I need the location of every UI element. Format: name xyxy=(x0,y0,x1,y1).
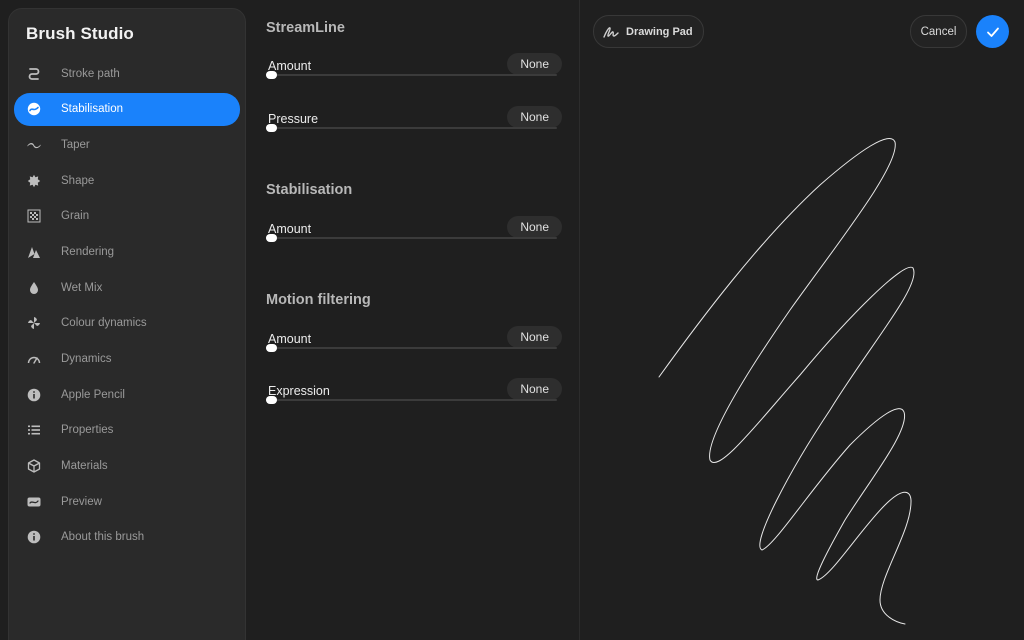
streamline-pressure-setting: Pressure None xyxy=(266,106,562,152)
value-badge[interactable]: None xyxy=(507,53,562,75)
stabilisation-icon xyxy=(26,101,42,117)
sidebar-item-stroke-path[interactable]: Stroke path xyxy=(14,57,240,90)
sidebar-item-label: Grain xyxy=(61,210,90,223)
sidebar-item-preview[interactable]: Preview xyxy=(14,485,240,518)
sidebar-item-label: Properties xyxy=(61,424,114,437)
cancel-button[interactable]: Cancel xyxy=(910,15,967,48)
slider-thumb[interactable] xyxy=(266,344,277,352)
rendering-icon xyxy=(26,244,42,260)
sidebar-item-label: Taper xyxy=(61,138,90,151)
about-icon xyxy=(26,529,42,545)
section-title-stabilisation: Stabilisation xyxy=(266,182,353,198)
properties-icon xyxy=(26,422,42,438)
sidebar-item-rendering[interactable]: Rendering xyxy=(14,235,240,268)
slider-thumb[interactable] xyxy=(266,234,277,242)
preview-icon xyxy=(26,494,42,510)
drawing-canvas[interactable] xyxy=(580,60,1024,640)
wet-mix-icon xyxy=(26,280,42,296)
stabilisation-amount-setting: Amount None xyxy=(266,216,562,262)
motion-filtering-amount-setting: Amount None xyxy=(266,326,562,372)
apple-pencil-icon xyxy=(26,387,42,403)
done-button[interactable] xyxy=(976,15,1009,48)
slider-thumb[interactable] xyxy=(266,124,277,132)
sidebar-item-label: Apple Pencil xyxy=(61,388,125,401)
section-title-motion-filtering: Motion filtering xyxy=(266,292,371,308)
sidebar-item-label: Materials xyxy=(61,460,108,473)
value-badge[interactable]: None xyxy=(507,378,562,400)
streamline-amount-setting: Amount None xyxy=(266,53,562,99)
sidebar-item-label: Shape xyxy=(61,174,95,187)
drawing-pad-icon xyxy=(603,26,619,38)
sidebar-item-properties[interactable]: Properties xyxy=(14,414,240,447)
slider-thumb[interactable] xyxy=(266,396,277,404)
streamline-amount-slider[interactable] xyxy=(266,71,557,79)
sidebar-item-label: Dynamics xyxy=(61,353,112,365)
sidebar-item-label: Wet Mix xyxy=(61,281,103,294)
motion-filtering-expression-setting: Expression None xyxy=(266,378,562,424)
sidebar-title: Brush Studio xyxy=(26,24,134,43)
drawing-pad-label: Drawing Pad xyxy=(626,25,693,38)
sidebar-item-about[interactable]: About this brush xyxy=(14,521,240,554)
sidebar-item-label: Stabilisation xyxy=(61,103,124,116)
shape-icon xyxy=(26,173,42,189)
value-badge[interactable]: None xyxy=(507,216,562,238)
sidebar-item-label: Colour dynamics xyxy=(61,317,147,330)
value-badge[interactable]: None xyxy=(507,106,562,128)
stabilisation-amount-slider[interactable] xyxy=(266,234,557,242)
drawing-pad-button[interactable]: Drawing Pad xyxy=(593,15,704,48)
taper-icon xyxy=(26,137,42,153)
sidebar-item-label: Stroke path xyxy=(61,67,120,80)
sidebar-item-label: Preview xyxy=(61,495,102,508)
stroke-path-icon xyxy=(26,66,42,82)
sidebar-item-stabilisation[interactable]: Stabilisation xyxy=(14,92,240,126)
colour-dynamics-icon xyxy=(26,315,42,331)
dynamics-icon xyxy=(26,351,42,367)
slider-thumb[interactable] xyxy=(266,71,277,79)
sample-brush-stroke xyxy=(658,138,915,625)
sidebar-item-wet-mix[interactable]: Wet Mix xyxy=(14,271,240,304)
materials-icon xyxy=(26,458,42,474)
sidebar-item-label: About this brush xyxy=(61,531,145,544)
sidebar-item-shape[interactable]: Shape xyxy=(14,164,240,197)
grain-icon xyxy=(26,208,42,224)
sidebar: Brush Studio Stroke path Stabilisation T… xyxy=(8,8,246,640)
sidebar-item-label: Rendering xyxy=(61,245,115,258)
section-title-streamline: StreamLine xyxy=(266,20,345,36)
motion-filtering-amount-slider[interactable] xyxy=(266,344,557,352)
settings-panel: StreamLine Amount None Pressure None Sta… xyxy=(246,0,579,640)
streamline-pressure-slider[interactable] xyxy=(266,124,557,132)
motion-filtering-expression-slider[interactable] xyxy=(266,396,557,404)
sidebar-item-materials[interactable]: Materials xyxy=(14,450,240,483)
sidebar-item-dynamics[interactable]: Dynamics xyxy=(14,343,240,376)
sidebar-item-apple-pencil[interactable]: Apple Pencil xyxy=(14,378,240,411)
setting-label: Expression xyxy=(268,384,330,398)
value-badge[interactable]: None xyxy=(507,326,562,348)
sidebar-item-colour-dynamics[interactable]: Colour dynamics xyxy=(14,307,240,340)
sidebar-item-grain[interactable]: Grain xyxy=(14,200,240,233)
checkmark-icon xyxy=(986,27,999,37)
sidebar-item-taper[interactable]: Taper xyxy=(14,128,240,161)
sidebar-nav: Stroke path Stabilisation Taper Shape Gr… xyxy=(14,57,240,557)
